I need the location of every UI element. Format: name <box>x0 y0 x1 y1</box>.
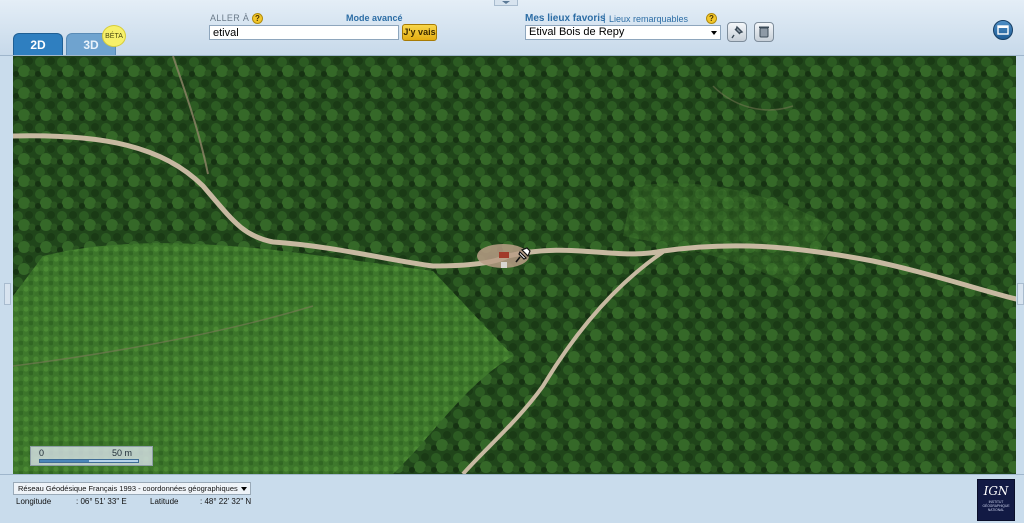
collapse-right-handle[interactable] <box>1017 283 1024 305</box>
window-mode-button[interactable] <box>993 20 1013 40</box>
favorites-select[interactable]: Etival Bois de Repy <box>525 25 721 40</box>
ign-logo-caption: INSTITUT GÉOGRAPHIQUE NATIONAL <box>982 500 1010 512</box>
crs-select[interactable]: Réseau Géodésique Français 1993 - coordo… <box>13 482 251 495</box>
favorites-title[interactable]: Mes lieux favoris <box>525 13 606 24</box>
pushpin-icon <box>731 25 744 39</box>
coordinates-bar: Réseau Géodésique Français 1993 - coordo… <box>0 474 1024 523</box>
help-icon[interactable]: ? <box>252 13 263 24</box>
help-icon[interactable]: ? <box>706 13 717 24</box>
scale-bar: 0 50 m <box>30 446 153 466</box>
geoportail-app: 2D 3D BÉTA ALLER À ? Mode avancé J'y vai… <box>0 0 1024 523</box>
chevron-down-icon <box>241 487 247 491</box>
longitude-value: : 06° 51' 33" E <box>76 497 127 506</box>
goto-label: ALLER À <box>210 13 250 23</box>
top-toolbar: 2D 3D BÉTA ALLER À ? Mode avancé J'y vai… <box>0 0 1024 56</box>
longitude-label: Longitude <box>16 497 52 506</box>
chevron-down-icon <box>711 31 717 35</box>
window-icon <box>997 25 1009 35</box>
ign-logo-letters: IGN <box>983 484 1009 498</box>
scale-distance-label: 50 m <box>112 448 133 458</box>
crs-selected-value: Réseau Géodésique Français 1993 - coordo… <box>18 484 238 493</box>
search-input[interactable] <box>209 25 399 40</box>
pin-button[interactable] <box>727 22 747 42</box>
advanced-mode-link[interactable]: Mode avancé <box>346 13 403 23</box>
go-button[interactable]: J'y vais <box>402 24 437 41</box>
delete-button[interactable] <box>754 22 774 42</box>
beta-badge: BÉTA <box>102 25 126 47</box>
favorites-selected-value: Etival Bois de Repy <box>529 26 625 38</box>
scale-bar-track <box>39 459 139 463</box>
landmarks-link[interactable]: Lieux remarquables <box>609 14 688 24</box>
tab-2d[interactable]: 2D <box>13 33 63 55</box>
latitude-value: : 48° 22' 32" N <box>200 497 252 506</box>
collapse-toolbar-handle[interactable] <box>494 0 518 6</box>
trash-icon <box>759 26 769 38</box>
favorites-separator: | <box>603 13 606 24</box>
collapse-left-handle[interactable] <box>4 283 11 305</box>
scale-zero-label: 0 <box>39 448 45 458</box>
latitude-label: Latitude <box>150 497 179 506</box>
pushpin-icon[interactable] <box>512 244 534 266</box>
ign-logo[interactable]: IGN INSTITUT GÉOGRAPHIQUE NATIONAL <box>977 479 1015 521</box>
aerial-map[interactable] <box>13 56 1016 474</box>
